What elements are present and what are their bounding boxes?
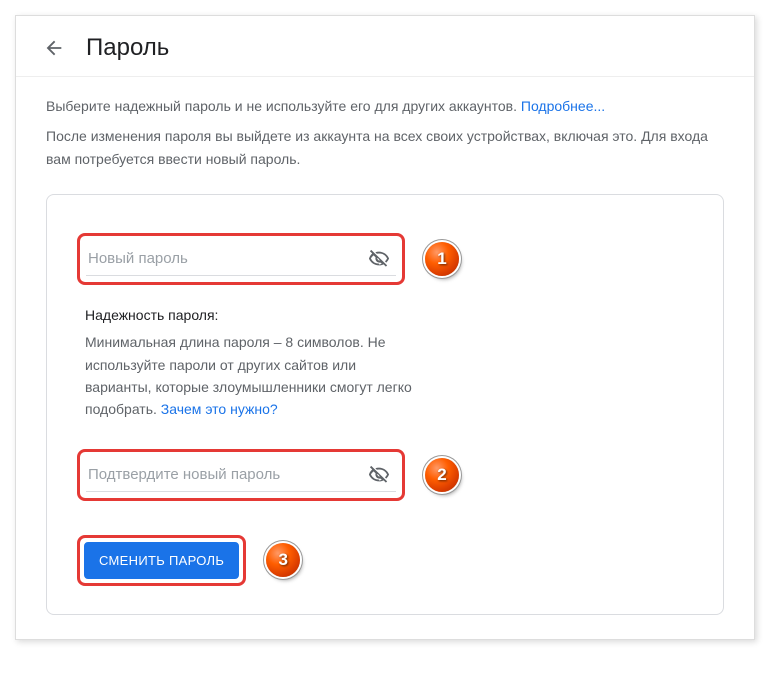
- strength-title: Надежность пароля:: [85, 307, 415, 323]
- annotation-highlight-3: СМЕНИТЬ ПАРОЛЬ: [77, 535, 246, 586]
- why-link[interactable]: Зачем это нужно?: [161, 401, 278, 417]
- intro-text: Выберите надежный пароль и не используйт…: [46, 98, 517, 114]
- annotation-badge-2: 2: [425, 458, 459, 492]
- password-settings-panel: Пароль Выберите надежный пароль и не исп…: [15, 15, 755, 640]
- strength-text: Минимальная длина пароля – 8 символов. Н…: [85, 331, 415, 421]
- password-card: 1 Надежность пароля: Минимальная длина п…: [46, 194, 724, 615]
- visibility-off-icon[interactable]: [368, 248, 390, 270]
- new-password-input[interactable]: [86, 242, 396, 276]
- intro-line1: Выберите надежный пароль и не используйт…: [46, 95, 724, 117]
- change-password-button[interactable]: СМЕНИТЬ ПАРОЛЬ: [84, 542, 239, 579]
- visibility-off-icon[interactable]: [368, 464, 390, 486]
- new-password-row: 1: [77, 233, 693, 285]
- annotation-highlight-2: [77, 449, 405, 501]
- back-arrow-icon[interactable]: [40, 34, 68, 62]
- intro-line2: После изменения пароля вы выйдете из акк…: [46, 125, 724, 170]
- password-strength-block: Надежность пароля: Минимальная длина пар…: [85, 307, 415, 421]
- header: Пароль: [16, 16, 754, 77]
- learn-more-link[interactable]: Подробнее...: [521, 98, 605, 114]
- page-title: Пароль: [86, 34, 169, 62]
- annotation-badge-3: 3: [266, 543, 300, 577]
- annotation-highlight-1: [77, 233, 405, 285]
- confirm-password-wrapper: [86, 458, 396, 492]
- annotation-badge-1: 1: [425, 242, 459, 276]
- button-row: СМЕНИТЬ ПАРОЛЬ 3: [77, 535, 693, 586]
- confirm-password-row: 2: [77, 449, 693, 501]
- content: Выберите надежный пароль и не используйт…: [16, 77, 754, 639]
- new-password-wrapper: [86, 242, 396, 276]
- confirm-password-input[interactable]: [86, 458, 396, 492]
